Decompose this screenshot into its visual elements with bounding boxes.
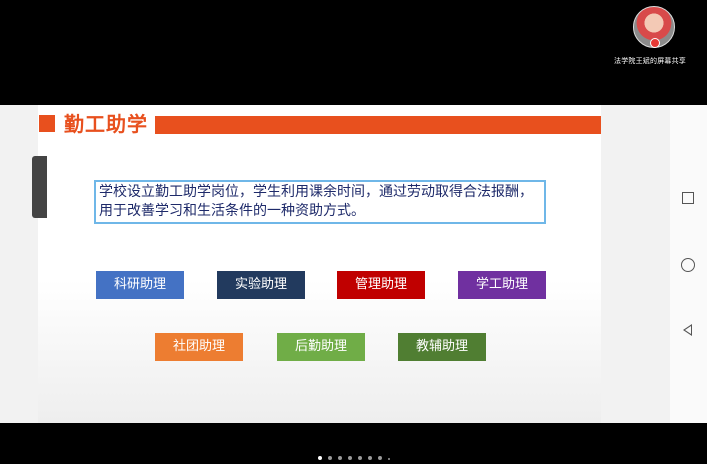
- description-box: 学校设立勤工助学岗位，学生利用课余时间，通过劳动取得合法报酬，用于改善学习和生活…: [94, 180, 546, 224]
- circle-icon[interactable]: [681, 258, 695, 272]
- page-dot[interactable]: [337, 456, 342, 460]
- page-dot[interactable]: [317, 456, 322, 460]
- side-panel-handle[interactable]: [32, 156, 47, 218]
- square-icon[interactable]: [682, 192, 694, 204]
- page-dot[interactable]: [387, 458, 390, 460]
- slide-title: 勤工助学: [64, 112, 148, 136]
- title-marker: [39, 115, 55, 132]
- page-dot[interactable]: [327, 456, 332, 460]
- screen-share-label: 法学院王斌的屏幕共享: [614, 57, 686, 65]
- club-assistant-button[interactable]: 社团助理: [155, 333, 243, 361]
- slide-area: [0, 105, 670, 423]
- slide-right-margin: [601, 105, 670, 423]
- page-dot[interactable]: [357, 456, 362, 460]
- lab-assistant-button[interactable]: 实验助理: [217, 271, 305, 299]
- research-assistant-button[interactable]: 科研助理: [96, 271, 184, 299]
- page-dot[interactable]: [347, 456, 352, 460]
- page-dot[interactable]: [377, 456, 382, 460]
- microphone-icon: [650, 38, 660, 48]
- student-affairs-assistant-button[interactable]: 学工助理: [458, 271, 546, 299]
- page-indicator: [0, 445, 707, 464]
- logistics-assistant-button[interactable]: 后勤助理: [277, 333, 365, 361]
- back-triangle-icon[interactable]: [683, 324, 692, 336]
- page-dot[interactable]: [367, 456, 372, 460]
- slide-left-margin: [0, 105, 38, 423]
- management-assistant-button[interactable]: 管理助理: [337, 271, 425, 299]
- title-bar-decoration: [155, 116, 601, 134]
- top-bar: [0, 0, 707, 105]
- teaching-assistant-button[interactable]: 教辅助理: [398, 333, 486, 361]
